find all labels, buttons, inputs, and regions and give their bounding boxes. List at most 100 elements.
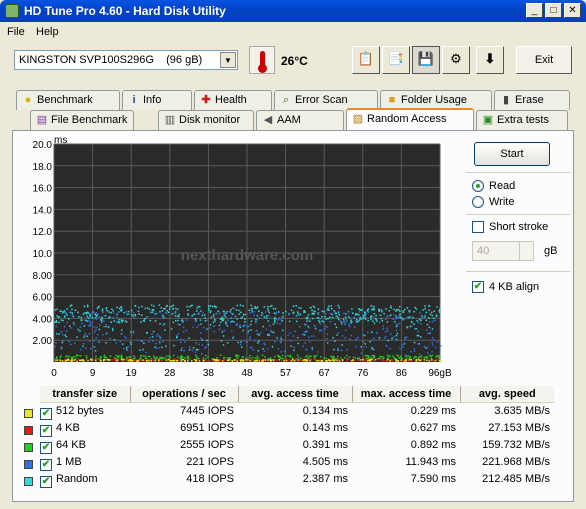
scatter-point [423,356,425,358]
scatter-point [103,359,105,361]
device-select[interactable]: KINGSTON SVP100S296G (96 gB) ▼ [14,50,238,70]
scatter-point [74,359,76,361]
align-checkbox[interactable]: ✔ 4 KB align [472,280,539,294]
cell-max: 0.229 ms [410,404,456,417]
tab-aam[interactable]: ◀ AAM [256,110,344,130]
scatter-point [431,314,433,317]
scatter-point [125,347,128,349]
series-checkbox[interactable]: ✔ [40,476,52,488]
scatter-point [235,324,237,326]
scatter-point [332,336,334,339]
scatter-point [152,309,155,311]
scatter-point [390,333,392,335]
scatter-point [267,310,270,312]
scatter-point [358,314,360,316]
scatter-point [251,311,253,314]
title-bar[interactable]: HD Tune Pro 4.60 - Hard Disk Utility _ □… [0,0,586,22]
tab-health[interactable]: ✚ Health [194,90,272,110]
scatter-point [181,358,183,361]
short-stroke-spinner[interactable]: 40 [472,241,534,261]
series-checkbox[interactable]: ✔ [40,408,52,420]
exit-button[interactable]: Exit [516,46,572,74]
scatter-point [70,327,72,329]
start-button[interactable]: Start [474,142,550,166]
temperature-readout: 26°C [281,54,308,68]
table-row: 1 MB 221 IOPS 4.505 ms 11.943 ms 221.968 MB/… [40,453,554,470]
scatter-point [393,336,395,338]
tab-folder-usage[interactable]: ■ Folder Usage [380,90,492,110]
menu-file[interactable]: File [7,26,25,38]
scatter-point [82,313,85,315]
scatter-point [384,335,387,338]
series-checkbox[interactable]: ✔ [40,442,52,454]
maximize-button[interactable]: □ [545,3,562,18]
scatter-point [195,348,198,351]
scatter-point [134,305,137,307]
options-button[interactable]: ⚙ [442,46,470,74]
scatter-point [232,307,235,310]
write-radio[interactable]: Write [472,195,514,209]
scatter-point [423,345,426,348]
scatter-point [60,355,62,357]
scatter-point [324,325,327,327]
tab-extra-tests[interactable]: ▣ Extra tests [476,110,568,130]
tab-benchmark[interactable]: ● Benchmark [16,90,120,110]
tab-file-benchmark[interactable]: ▤ File Benchmark [30,110,134,130]
scatter-point [366,357,368,360]
scatter-point [299,358,302,361]
scatter-point [77,358,80,360]
scatter-point [396,332,398,335]
close-button[interactable]: ✕ [564,3,581,18]
copy-info-button[interactable]: 📋 [352,46,380,74]
scatter-point [404,354,407,356]
checkbox-indicator[interactable] [472,221,484,233]
radio-indicator[interactable] [472,196,484,208]
scatter-point [83,305,86,308]
scatter-point [253,360,256,362]
scatter-point [126,356,128,358]
checkbox-indicator[interactable]: ✔ [472,281,484,293]
tab-random-access[interactable]: ▨ Random Access [346,108,474,130]
scatter-point [313,325,316,327]
tab-erase[interactable]: ▮ Erase [494,90,570,110]
scatter-point [331,316,334,319]
legend-swatch [24,426,33,435]
scatter-point [373,306,375,308]
save-button[interactable]: 💾 [412,46,440,74]
scatter-point [342,335,344,337]
scatter-point [69,305,72,307]
scatter-point [220,321,222,324]
series-checkbox[interactable]: ✔ [40,425,52,437]
scatter-point [432,344,434,346]
scatter-point [359,317,361,320]
scatter-point [79,359,82,361]
scatter-point [187,357,189,359]
menu-help[interactable]: Help [36,26,59,38]
scatter-point [130,331,132,333]
read-radio[interactable]: Read [472,179,515,193]
scatter-point [343,320,345,323]
series-checkbox[interactable]: ✔ [40,459,52,471]
spinner-arrows[interactable] [519,242,533,260]
scatter-point [296,354,299,357]
download-button[interactable]: ⬇ [476,46,504,74]
scatter-point [151,336,154,338]
scatter-point [380,358,382,361]
scatter-point [367,331,369,334]
scatter-point [285,310,287,313]
short-stroke-checkbox[interactable]: Short stroke [472,220,548,234]
tab-error-scan[interactable]: ⌕ Error Scan [274,90,378,110]
scatter-point [200,332,202,334]
chevron-down-icon[interactable]: ▼ [220,52,236,68]
scatter-point [105,314,107,317]
radio-indicator[interactable] [472,180,484,192]
scatter-point [76,354,78,356]
tab-info[interactable]: i Info [122,90,192,110]
scatter-point [95,355,97,358]
scatter-point [127,346,129,348]
scatter-point [180,338,182,341]
scatter-point [147,355,150,358]
copy-screenshot-button[interactable]: 📑 [382,46,410,74]
tab-disk-monitor[interactable]: ▥ Disk monitor [158,110,254,130]
minimize-button[interactable]: _ [526,3,543,18]
